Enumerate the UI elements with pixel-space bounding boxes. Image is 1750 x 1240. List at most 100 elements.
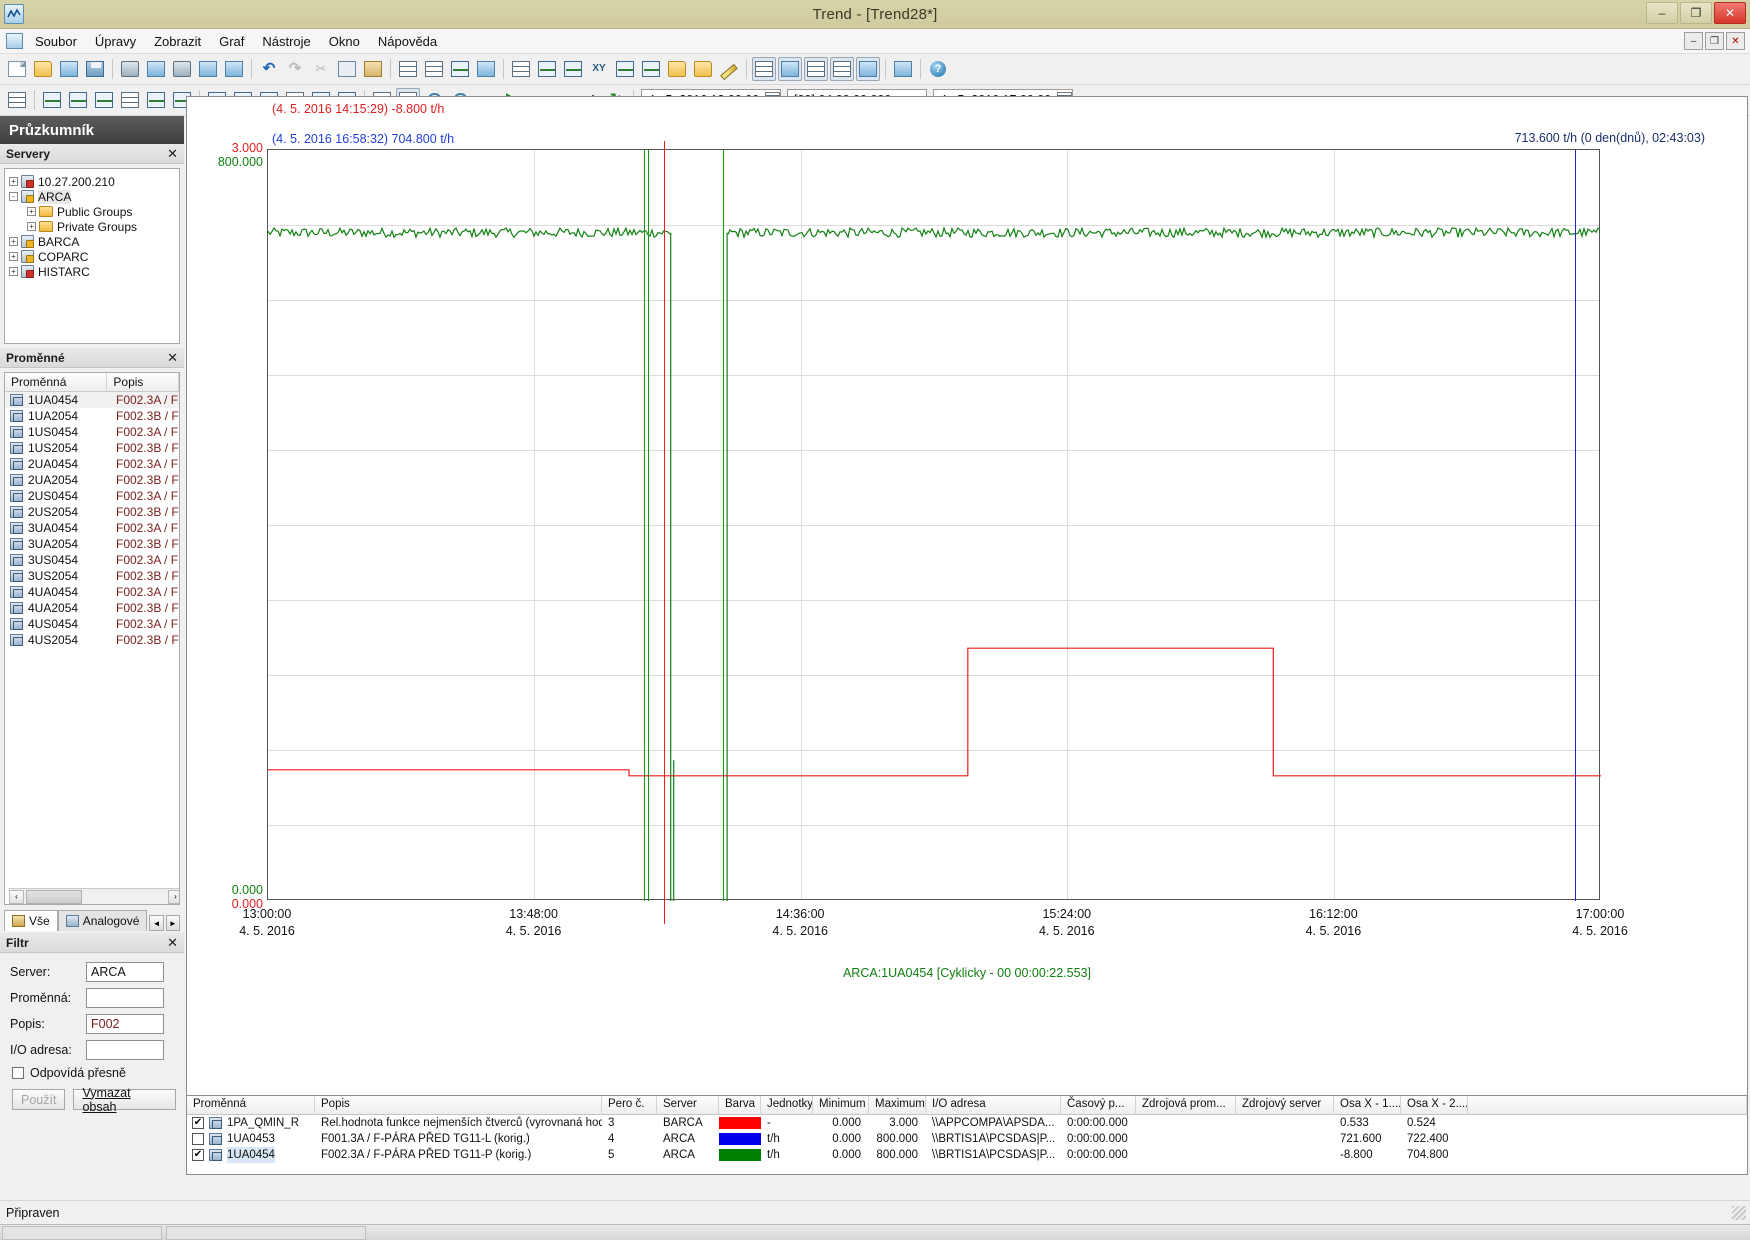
variable-row[interactable]: 1UA0454 F002.3A / F: [5, 392, 179, 408]
close-button[interactable]: ✕: [1714, 2, 1746, 24]
print-button[interactable]: [170, 57, 194, 81]
expander-minus-icon[interactable]: -: [9, 192, 18, 201]
print-preview-button[interactable]: [144, 57, 168, 81]
filter-exact-match-row[interactable]: Odpovídá přesně: [12, 1066, 176, 1080]
variable-row[interactable]: 1US0454 F002.3A / F: [5, 424, 179, 440]
annotate-button[interactable]: [717, 57, 741, 81]
grid-toggle-button[interactable]: [752, 57, 776, 81]
add-sheet-button[interactable]: [196, 57, 220, 81]
pen-visible-checkbox[interactable]: [192, 1133, 204, 1145]
filter-input-description[interactable]: [86, 1014, 164, 1034]
pen-column-header[interactable]: Popis: [315, 1096, 602, 1115]
close-icon[interactable]: ✕: [167, 146, 178, 162]
copy-sheet-button[interactable]: [222, 57, 246, 81]
pen-column-header[interactable]: Server: [657, 1096, 719, 1115]
pen-table-row[interactable]: ✔ 1UA0454 F002.3A / F-PÁRA PŘED TG11-P (ko…: [187, 1147, 1747, 1163]
menu-nastroje[interactable]: Nástroje: [253, 31, 319, 52]
fit-x-button[interactable]: [118, 88, 142, 112]
pen-color-swatch[interactable]: [719, 1133, 761, 1145]
tab-prev-icon[interactable]: ◄: [149, 915, 164, 931]
undo-button[interactable]: ↶: [257, 57, 281, 81]
mdi-restore-button[interactable]: ❐: [1705, 32, 1724, 50]
save-button[interactable]: [83, 57, 107, 81]
scale-button[interactable]: [830, 57, 854, 81]
pen-column-header[interactable]: Maximum: [869, 1096, 926, 1115]
menu-upravy[interactable]: Úpravy: [86, 31, 145, 52]
close-icon[interactable]: ✕: [167, 350, 178, 366]
cursor-green-right[interactable]: [723, 150, 724, 901]
histogram-button[interactable]: [561, 57, 585, 81]
resize-grip-icon[interactable]: [1732, 1205, 1746, 1220]
legend-toggle-button[interactable]: [778, 57, 802, 81]
menu-graf[interactable]: Graf: [210, 31, 253, 52]
tab-next-icon[interactable]: ►: [165, 915, 180, 931]
restore-button[interactable]: ❐: [1680, 2, 1712, 24]
tab-vse[interactable]: Vše: [4, 910, 58, 931]
chart-view-button[interactable]: [535, 57, 559, 81]
menu-soubor[interactable]: Soubor: [26, 31, 86, 52]
tree-node-public-groups[interactable]: + Public Groups: [5, 204, 179, 219]
scroll-left-icon[interactable]: ‹: [9, 889, 24, 904]
filter-input-server[interactable]: [86, 962, 164, 982]
pen-table-row[interactable]: ✔ 1PA_QMIN_R Rel.hodnota funkce nejmenších…: [187, 1115, 1747, 1131]
variable-row[interactable]: 3US0454 F002.3A / F: [5, 552, 179, 568]
variable-row[interactable]: 4UA2054 F002.3B / F: [5, 600, 179, 616]
background-button[interactable]: [856, 57, 880, 81]
cursor-blue[interactable]: [1575, 150, 1576, 901]
tree-node-barca[interactable]: + BARCA: [5, 234, 179, 249]
help-button[interactable]: ?: [926, 57, 950, 81]
pen-visible-checkbox[interactable]: ✔: [192, 1117, 204, 1129]
pen-column-header[interactable]: Zdrojová prom...: [1136, 1096, 1236, 1115]
variable-row[interactable]: 2UA2054 F002.3B / F: [5, 472, 179, 488]
pen-column-header[interactable]: Osa X - 2....: [1401, 1096, 1468, 1115]
properties-button[interactable]: [396, 57, 420, 81]
pen-column-header[interactable]: Proměnná: [187, 1096, 315, 1115]
pen-color-swatch[interactable]: [719, 1117, 761, 1129]
pen-column-header[interactable]: Zdrojový server: [1236, 1096, 1334, 1115]
column-header-description[interactable]: Popis: [107, 373, 179, 392]
panel-toggle-button[interactable]: [891, 57, 915, 81]
server-tree[interactable]: + 10.27.200.210 - ARCA + Public Groups +…: [4, 168, 180, 344]
copy-button[interactable]: [335, 57, 359, 81]
xy-plot-button[interactable]: XY: [587, 57, 611, 81]
filter-input-io-address[interactable]: [86, 1040, 164, 1060]
close-icon[interactable]: ✕: [167, 935, 178, 951]
expander-plus-icon[interactable]: +: [9, 237, 18, 246]
cursor-green-left2[interactable]: [648, 150, 649, 901]
close-file-button[interactable]: [57, 57, 81, 81]
plot-area[interactable]: [267, 141, 1601, 924]
cut-button[interactable]: ✂: [309, 57, 333, 81]
pen-color-swatch[interactable]: [719, 1149, 761, 1161]
cursor-green-left[interactable]: [644, 150, 645, 901]
open-file-button[interactable]: [31, 57, 55, 81]
variable-row[interactable]: 4UA0454 F002.3A / F: [5, 584, 179, 600]
noise-x-button[interactable]: [144, 88, 168, 112]
expander-plus-icon[interactable]: +: [27, 207, 36, 216]
tree-node-ip[interactable]: + 10.27.200.210: [5, 174, 179, 189]
expander-plus-icon[interactable]: +: [9, 252, 18, 261]
export-pen-button[interactable]: [691, 57, 715, 81]
taskbar-segment[interactable]: [166, 1226, 366, 1240]
variable-row[interactable]: 4US0454 F002.3A / F: [5, 616, 179, 632]
pen-column-header[interactable]: Jednotky: [761, 1096, 813, 1115]
variable-row[interactable]: 2UA0454 F002.3A / F: [5, 456, 179, 472]
pen-column-header[interactable]: Minimum: [813, 1096, 869, 1115]
variables-list[interactable]: Proměnná Popis 1UA0454 F002.3A / F 1UA2054…: [4, 372, 180, 905]
pen-color-cell[interactable]: [719, 1147, 761, 1163]
pen-table-row[interactable]: 1UA0453 F001.3A / F-PÁRA PŘED TG11-L (kor…: [187, 1131, 1747, 1147]
taskbar-segment[interactable]: [2, 1226, 162, 1240]
variable-row[interactable]: 2US2054 F002.3B / F: [5, 504, 179, 520]
layout-button[interactable]: [422, 57, 446, 81]
checkbox-exact-match[interactable]: [12, 1067, 24, 1079]
mdi-close-button[interactable]: ✕: [1726, 32, 1745, 50]
tree-node-histarc[interactable]: + HISTARC: [5, 264, 179, 279]
variable-row[interactable]: 3UA0454 F002.3A / F: [5, 520, 179, 536]
export-button[interactable]: [474, 57, 498, 81]
expander-plus-icon[interactable]: +: [27, 222, 36, 231]
zoom-all-x-button[interactable]: [40, 88, 64, 112]
expander-plus-icon[interactable]: +: [9, 177, 18, 186]
pen-column-header[interactable]: Časový p...: [1061, 1096, 1136, 1115]
chart-pane[interactable]: (4. 5. 2016 14:15:29) -8.800 t/h (4. 5. …: [186, 96, 1748, 1173]
variable-row[interactable]: 1UA2054 F002.3B / F: [5, 408, 179, 424]
paste-button[interactable]: [361, 57, 385, 81]
